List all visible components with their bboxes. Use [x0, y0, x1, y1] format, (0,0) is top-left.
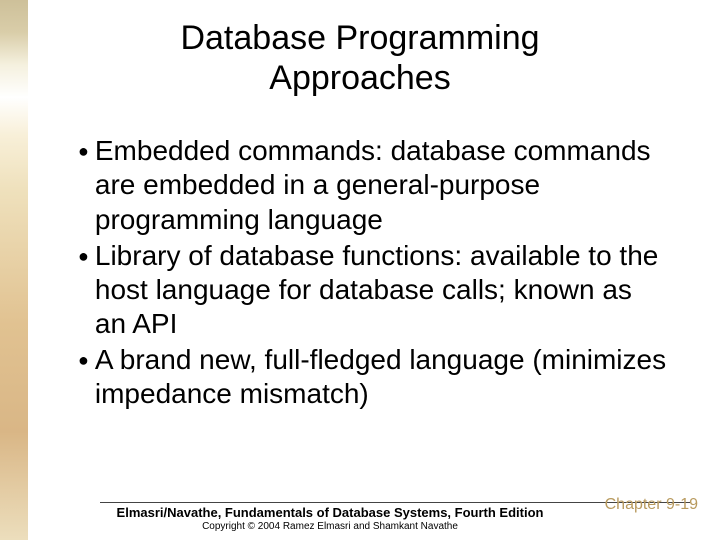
- bullet-icon: ●: [78, 239, 89, 273]
- slide-footer: Elmasri/Navathe, Fundamentals of Databas…: [0, 502, 720, 532]
- footer-copyright: Copyright © 2004 Ramez Elmasri and Shamk…: [0, 521, 720, 532]
- slide: Database Programming Approaches ● Embedd…: [0, 0, 720, 540]
- bullet-text: A brand new, full-fledged language (mini…: [95, 343, 670, 411]
- bullet-text: Embedded commands: database commands are…: [95, 134, 670, 236]
- list-item: ● Library of database functions: availab…: [78, 239, 670, 341]
- footer-divider: [100, 502, 690, 503]
- chapter-label: Chapter 9-19: [605, 496, 698, 514]
- slide-title: Database Programming Approaches: [40, 18, 680, 98]
- list-item: ● Embedded commands: database commands a…: [78, 134, 670, 236]
- slide-content: ● Embedded commands: database commands a…: [40, 134, 680, 411]
- bullet-icon: ●: [78, 343, 89, 377]
- bullet-icon: ●: [78, 134, 89, 168]
- bullet-text: Library of database functions: available…: [95, 239, 670, 341]
- list-item: ● A brand new, full-fledged language (mi…: [78, 343, 670, 411]
